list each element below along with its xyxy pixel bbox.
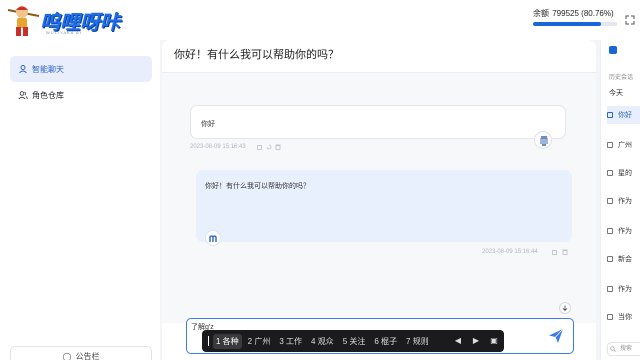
bulletin-button[interactable]: ◯ 公告栏 bbox=[10, 346, 152, 360]
ime-candidate[interactable]: 6 棍子 bbox=[374, 336, 397, 347]
balance-progress-bar bbox=[533, 22, 617, 26]
history-panel: 历史会话 今天 你好 广州 星的 作为 作为 新会 作为 当你 搜索 bbox=[600, 40, 640, 360]
ime-controls: ◀ ▶ ▣ bbox=[452, 334, 500, 348]
copy-icon[interactable] bbox=[257, 144, 263, 150]
history-item[interactable]: 新会 bbox=[607, 250, 640, 268]
chat-icon bbox=[607, 142, 613, 148]
history-toggle-icon[interactable] bbox=[609, 46, 617, 54]
history-item-label: 广州 bbox=[618, 142, 632, 149]
history-item-label: 你好 bbox=[618, 112, 632, 119]
ime-candidate[interactable]: 3 工作 bbox=[279, 336, 302, 347]
balance-progress-fill bbox=[533, 22, 601, 26]
history-item-label: 新会 bbox=[618, 256, 632, 263]
assistant-message-bubble: 你好！有什么我可以帮助你的吗？ bbox=[196, 170, 572, 242]
assistant-logo-icon bbox=[209, 235, 217, 242]
user-avatar bbox=[534, 131, 552, 149]
scroll-to-bottom-button[interactable] bbox=[559, 302, 571, 314]
chat-icon bbox=[607, 198, 613, 204]
ime-candidate[interactable]: 7 规则 bbox=[406, 336, 429, 347]
sidebar-item-label: 智能聊天 bbox=[32, 64, 64, 74]
user-message-text: 你好 bbox=[201, 121, 215, 128]
ime-expand-icon[interactable]: ▣ bbox=[488, 334, 500, 348]
history-item-label: 作为 bbox=[618, 228, 632, 235]
history-item-label: 作为 bbox=[618, 198, 632, 205]
ime-candidate[interactable]: 2 广州 bbox=[248, 336, 271, 347]
user-message-timestamp: 2023-08-09 15:16:43 bbox=[190, 144, 246, 150]
ime-candidate-bar: 1 各种 2 广州 3 工作 4 观众 5 关注 6 棍子 7 规则 ◀ ▶ ▣ bbox=[202, 330, 504, 352]
fullscreen-icon[interactable] bbox=[625, 15, 635, 25]
history-item[interactable]: 当你 bbox=[607, 308, 640, 326]
chat-icon bbox=[607, 112, 613, 118]
user-message-bubble: 你好 bbox=[190, 105, 566, 139]
bulletin-icon: ◯ bbox=[62, 351, 72, 360]
chat-icon bbox=[607, 256, 613, 262]
ime-cursor bbox=[208, 336, 209, 346]
history-item[interactable]: 作为 bbox=[607, 280, 640, 298]
ime-candidate[interactable]: 4 观众 bbox=[311, 336, 334, 347]
chat-user-icon bbox=[19, 65, 27, 74]
top-header: 呜哩呀咔 WULIYAKA AI 余额 799525 (80.76%) bbox=[0, 0, 640, 40]
history-item-label: 当你 bbox=[618, 314, 632, 321]
history-search-input[interactable]: 搜索 bbox=[607, 342, 640, 356]
assistant-message-timestamp: 2023-08-09 15:16:44 bbox=[482, 249, 538, 255]
assistant-avatar bbox=[205, 230, 221, 246]
sidebar-item-smart-chat[interactable]: 智能聊天 bbox=[10, 56, 152, 82]
assistant-message-text: 你好！有什么我可以帮助你的吗？ bbox=[205, 183, 310, 190]
app-logo[interactable]: 呜哩呀咔 WULIYAKA AI bbox=[6, 2, 126, 38]
chat-title: 你好！有什么我可以帮助你的吗？ bbox=[174, 49, 339, 61]
chat-panel: 你好！有什么我可以帮助你的吗？ 你好 2023-08-09 15:16:43 你… bbox=[162, 40, 596, 360]
ime-candidate[interactable]: 1 各种 bbox=[213, 333, 242, 349]
left-sidebar: 智能聊天 角色仓库 ◯ 公告栏 bbox=[0, 40, 160, 360]
ime-next-page-icon[interactable]: ▶ bbox=[470, 334, 482, 348]
history-item[interactable]: 你好 bbox=[607, 106, 640, 124]
copy-icon[interactable] bbox=[552, 249, 558, 255]
brand-tagline: WULIYAKA AI bbox=[46, 30, 82, 35]
history-item-label: 星的 bbox=[618, 170, 632, 177]
message-list[interactable]: 你好 2023-08-09 15:16:43 你好！有什么我可以帮助你的吗？ 2… bbox=[162, 73, 596, 323]
history-item[interactable]: 广州 bbox=[607, 136, 640, 154]
user-avatar-icon bbox=[540, 136, 548, 146]
chat-icon bbox=[607, 170, 613, 176]
balance-label: 余额 bbox=[533, 9, 549, 18]
users-icon bbox=[18, 91, 28, 100]
history-item-label: 作为 bbox=[618, 286, 632, 293]
bulletin-label: 公告栏 bbox=[75, 351, 100, 360]
ime-prev-page-icon[interactable]: ◀ bbox=[452, 334, 464, 348]
ime-candidate[interactable]: 5 关注 bbox=[343, 336, 366, 347]
history-item[interactable]: 星的 bbox=[607, 164, 640, 182]
history-day-label: 今天 bbox=[609, 90, 623, 97]
delete-icon[interactable] bbox=[562, 249, 568, 255]
monkey-king-logo-icon bbox=[7, 6, 40, 36]
balance-display: 余额 799525 (80.76%) bbox=[533, 8, 614, 19]
history-item[interactable]: 作为 bbox=[607, 222, 640, 240]
send-icon[interactable] bbox=[548, 328, 564, 344]
history-item[interactable]: 作为 bbox=[607, 192, 640, 210]
sidebar-item-role-library[interactable]: 角色仓库 bbox=[10, 82, 152, 108]
chat-icon bbox=[607, 286, 613, 292]
chat-icon bbox=[607, 228, 613, 234]
sidebar-item-label: 角色仓库 bbox=[32, 90, 64, 100]
delete-icon[interactable] bbox=[275, 144, 281, 150]
chat-icon bbox=[607, 314, 613, 320]
history-label: 历史会话 bbox=[609, 75, 634, 81]
balance-value: 799525 (80.76%) bbox=[552, 9, 614, 18]
resend-icon[interactable] bbox=[266, 144, 272, 150]
